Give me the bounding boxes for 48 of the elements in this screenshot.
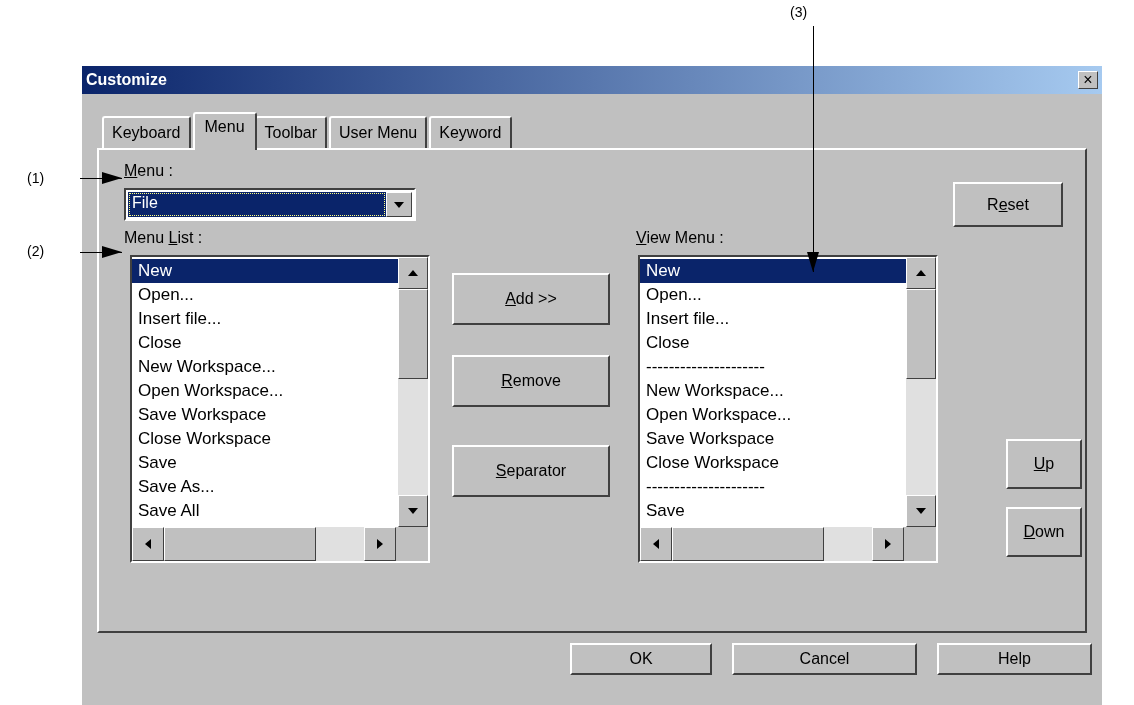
field-label: Menu List : — [124, 229, 204, 247]
dialog-button[interactable]: Cancel — [732, 643, 917, 675]
move-button[interactable]: Down — [1006, 507, 1082, 557]
menu-list-box[interactable]: New Open... Insert file... Close New Workspace... Open Workspace... Save Workspace Close Workspace Save Save As... Save All — [130, 255, 430, 563]
list-item[interactable]: --------------------- — [640, 355, 906, 379]
list-item[interactable]: New Workspace... — [640, 379, 906, 403]
list-item[interactable]: Close Workspace — [132, 427, 398, 451]
field-label: View Menu : — [636, 229, 724, 247]
window-title: Customize — [86, 71, 167, 89]
list-item[interactable]: Close — [132, 331, 398, 355]
dialog-button[interactable]: OK — [570, 643, 712, 675]
dropdown-value: File — [128, 192, 386, 217]
tab[interactable]: Menu — [192, 112, 257, 150]
move-button[interactable]: Up — [1006, 439, 1082, 489]
view-menu-list-box[interactable]: New Open... Insert file... Close --------------------- New Workspace... Open Workspace... Save Workspace Close Workspace --------------------- Save — [638, 255, 938, 563]
list-item[interactable]: Open... — [640, 283, 906, 307]
list-item[interactable]: Open Workspace... — [640, 403, 906, 427]
list-item[interactable]: New Workspace... — [132, 355, 398, 379]
tab[interactable]: Keyword — [429, 116, 512, 148]
list-item[interactable]: Save Workspace — [132, 403, 398, 427]
list-item[interactable]: Close Workspace — [640, 451, 906, 475]
list-item[interactable]: Save — [132, 451, 398, 475]
action-button[interactable]: Add >> — [452, 273, 610, 325]
callout-number: (2) — [27, 243, 45, 259]
list-item[interactable]: Save — [640, 499, 906, 523]
callout-number: (1) — [27, 170, 45, 186]
action-button[interactable]: Remove — [452, 355, 610, 407]
list-item[interactable]: Save As... — [132, 475, 398, 499]
list-item[interactable]: Insert file... — [640, 307, 906, 331]
reset-button[interactable]: Reset — [953, 182, 1063, 227]
list-item[interactable]: Close — [640, 331, 906, 355]
list-item[interactable]: New — [132, 259, 398, 283]
callout-number: (3) — [790, 4, 808, 20]
menu-dropdown[interactable]: File — [124, 188, 416, 221]
list-item[interactable]: Insert file... — [132, 307, 398, 331]
list-item[interactable]: Save Workspace — [640, 427, 906, 451]
tab[interactable]: Toolbar — [254, 116, 327, 148]
list-item[interactable]: Open... — [132, 283, 398, 307]
action-button[interactable]: Separator — [452, 445, 610, 497]
list-item[interactable]: Save All — [132, 499, 398, 523]
dialog-button[interactable]: Help — [937, 643, 1092, 675]
list-item[interactable]: --------------------- — [640, 475, 906, 499]
field-label: Menu : — [124, 162, 174, 180]
tab[interactable]: User Menu — [329, 116, 428, 148]
close-button[interactable]: × — [1078, 71, 1098, 89]
list-item[interactable]: Open Workspace... — [132, 379, 398, 403]
list-item[interactable]: New — [640, 259, 906, 283]
tab[interactable]: Keyboard — [102, 116, 191, 148]
